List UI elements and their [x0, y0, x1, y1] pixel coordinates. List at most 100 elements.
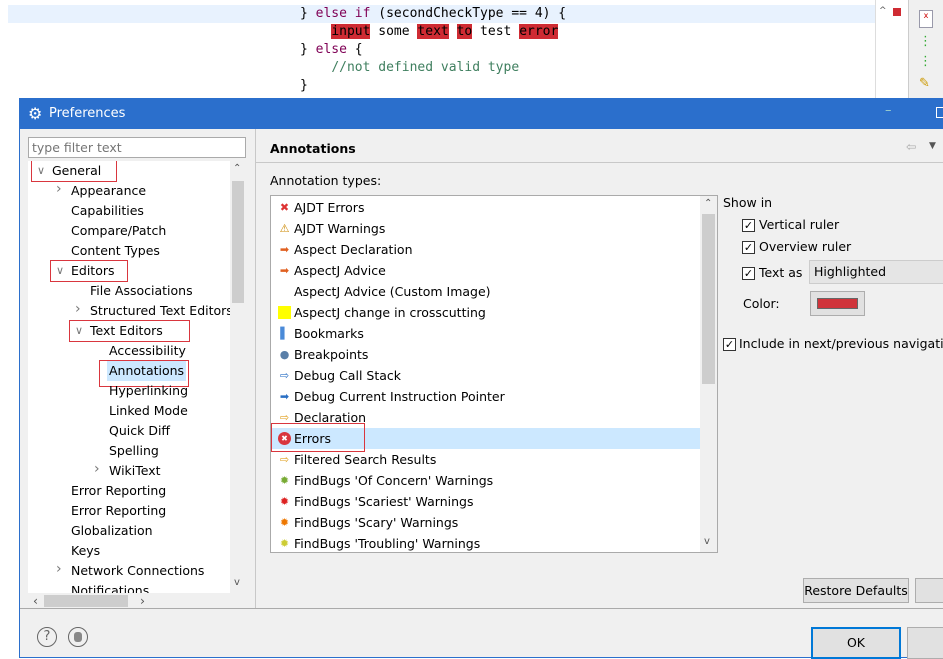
- tree-item-label: WikiText: [109, 463, 161, 478]
- tree-item[interactable]: File Associations: [90, 281, 193, 301]
- tree-item[interactable]: Quick Diff: [109, 421, 170, 441]
- list-vertical-scrollbar[interactable]: ⌃ v: [700, 196, 717, 552]
- scrollbar-thumb[interactable]: [702, 214, 715, 384]
- tree-item[interactable]: Error Reporting: [71, 481, 166, 501]
- annotation-type-item[interactable]: ⇨ Debug Call Stack: [271, 365, 701, 386]
- pencil-icon[interactable]: ✎: [919, 76, 930, 91]
- tree-item[interactable]: Spelling: [109, 441, 159, 461]
- outline-icon[interactable]: ⋮: [919, 54, 932, 69]
- dropdown-icon[interactable]: ▼: [929, 141, 936, 151]
- footer-divider: [20, 608, 943, 609]
- checkbox-checked-icon[interactable]: ✓: [742, 241, 755, 254]
- tree-item[interactable]: Linked Mode: [109, 401, 188, 421]
- tree-item-label: Error Reporting: [71, 483, 167, 498]
- tree-item-label: Capabilities: [71, 203, 144, 218]
- code-token: }: [300, 78, 308, 93]
- annotation-type-item[interactable]: ➡ Debug Current Instruction Pointer: [271, 386, 701, 407]
- tree-horizontal-scrollbar[interactable]: ‹ ›: [28, 593, 246, 609]
- tree-item-label: Linked Mode: [109, 403, 188, 418]
- code-line: input some text to test error: [300, 23, 559, 41]
- scrollbar-thumb[interactable]: [232, 181, 244, 303]
- tree-item[interactable]: Network Connections: [71, 561, 204, 581]
- tree-item[interactable]: Content Types: [71, 241, 160, 261]
- chevron-right-icon[interactable]: ›: [75, 301, 81, 317]
- tree-item[interactable]: Compare/Patch: [71, 221, 166, 241]
- tree-item[interactable]: Error Reporting: [71, 501, 166, 521]
- help-icon[interactable]: ?: [37, 627, 57, 647]
- annotation-types-label: Annotation types:: [270, 173, 382, 188]
- tree-item-label: Globalization: [71, 523, 153, 538]
- ok-button[interactable]: OK: [811, 627, 901, 659]
- tree-item[interactable]: WikiText: [109, 461, 161, 481]
- show-in-label: Show in: [723, 195, 773, 210]
- annotation-type-item[interactable]: ✖ AJDT Errors: [271, 197, 701, 218]
- annotation-type-item[interactable]: AspectJ change in crosscutting: [271, 302, 701, 323]
- annotation-type-item[interactable]: ➡ AspectJ Advice: [271, 260, 701, 281]
- chevron-up-icon[interactable]: ⌃: [704, 198, 712, 209]
- annotation-type-item[interactable]: ● Breakpoints: [271, 344, 701, 365]
- tree-item[interactable]: Appearance: [71, 181, 146, 201]
- tree-vertical-scrollbar[interactable]: ⌃ v: [230, 161, 246, 593]
- tree-item[interactable]: Keys: [71, 541, 100, 561]
- restore-defaults-button[interactable]: Restore Defaults: [803, 578, 909, 603]
- tree-item[interactable]: Accessibility: [109, 341, 186, 361]
- annotation-type-item[interactable]: ➡ Aspect Declaration: [271, 239, 701, 260]
- overview-ruler[interactable]: ^: [875, 0, 907, 98]
- apply-button[interactable]: [915, 578, 943, 603]
- filter-input[interactable]: [28, 137, 246, 158]
- chevron-right-icon[interactable]: ›: [140, 593, 145, 608]
- gear-icon: ⚙: [28, 104, 43, 123]
- tree-item-label: Spelling: [109, 443, 159, 458]
- chevron-right-icon[interactable]: ›: [56, 561, 62, 577]
- tree-item[interactable]: Hyperlinking: [109, 381, 188, 401]
- tree-item-label: File Associations: [90, 283, 193, 298]
- chevron-down-icon[interactable]: v: [704, 536, 710, 547]
- annotation-type-item[interactable]: ⚠ AJDT Warnings: [271, 218, 701, 239]
- annotation-type-label: Bookmarks: [294, 326, 364, 341]
- minimize-icon[interactable]: –: [885, 103, 892, 118]
- annotation-type-item[interactable]: ⇨ Filtered Search Results: [271, 449, 701, 470]
- annotation-type-label: AspectJ Advice: [294, 263, 386, 278]
- chevron-left-icon[interactable]: ‹: [33, 593, 38, 608]
- tree-item-label: Accessibility: [109, 343, 186, 358]
- annotation-type-item[interactable]: ✹ FindBugs 'Scary' Warnings: [271, 512, 701, 533]
- annotation-type-item[interactable]: ▌ Bookmarks: [271, 323, 701, 344]
- tree-item[interactable]: Capabilities: [71, 201, 144, 221]
- back-arrow-icon[interactable]: ⇦: [906, 139, 916, 154]
- ajdt-error-icon: ✖: [279, 201, 290, 214]
- tree-item[interactable]: Globalization: [71, 521, 153, 541]
- chevron-right-icon[interactable]: ›: [56, 181, 62, 197]
- scrollbar-thumb[interactable]: [44, 595, 128, 607]
- problems-view-icon[interactable]: x: [919, 10, 933, 28]
- checkbox-checked-icon[interactable]: ✓: [742, 267, 755, 280]
- bug-red-icon: ✹: [279, 495, 290, 508]
- tree-item-label: Network Connections: [71, 563, 205, 578]
- annotation-type-item[interactable]: ✹ FindBugs 'Troubling' Warnings: [271, 533, 701, 552]
- chevron-down-icon[interactable]: v: [234, 577, 240, 588]
- tree-item-label: Appearance: [71, 183, 147, 198]
- code-token: //not defined valid type: [331, 60, 520, 75]
- scroll-up-icon[interactable]: ^: [879, 6, 887, 16]
- color-picker-button[interactable]: [810, 291, 865, 316]
- code-editor[interactable]: } else if (secondCheckType == 4) { input…: [0, 0, 943, 98]
- yellow-arrow-icon: ⇨: [279, 453, 290, 466]
- annotation-type-item[interactable]: ✹ FindBugs 'Scariest' Warnings: [271, 491, 701, 512]
- text-style-select[interactable]: Highlighted: [809, 260, 943, 284]
- hierarchy-icon[interactable]: ⋮: [919, 34, 932, 49]
- checkbox-checked-icon[interactable]: ✓: [742, 219, 755, 232]
- maximize-icon[interactable]: [936, 107, 943, 118]
- code-token: {: [346, 42, 363, 57]
- pane-divider[interactable]: [255, 129, 256, 609]
- annotation-type-item[interactable]: ✹ FindBugs 'Of Concern' Warnings: [271, 470, 701, 491]
- checkbox-checked-icon[interactable]: ✓: [723, 338, 736, 351]
- error-marker-icon[interactable]: [893, 8, 901, 16]
- error-highlight: to: [456, 24, 473, 39]
- chevron-right-icon[interactable]: ›: [94, 461, 100, 477]
- chevron-up-icon[interactable]: ⌃: [233, 163, 241, 174]
- import-export-icon[interactable]: [68, 627, 88, 647]
- annotation-type-item[interactable]: AspectJ Advice (Custom Image): [271, 281, 701, 302]
- blue-outline-arrow-icon: ⇨: [279, 369, 290, 382]
- tree-item[interactable]: Structured Text Editors: [90, 301, 233, 321]
- cancel-button[interactable]: [907, 627, 943, 659]
